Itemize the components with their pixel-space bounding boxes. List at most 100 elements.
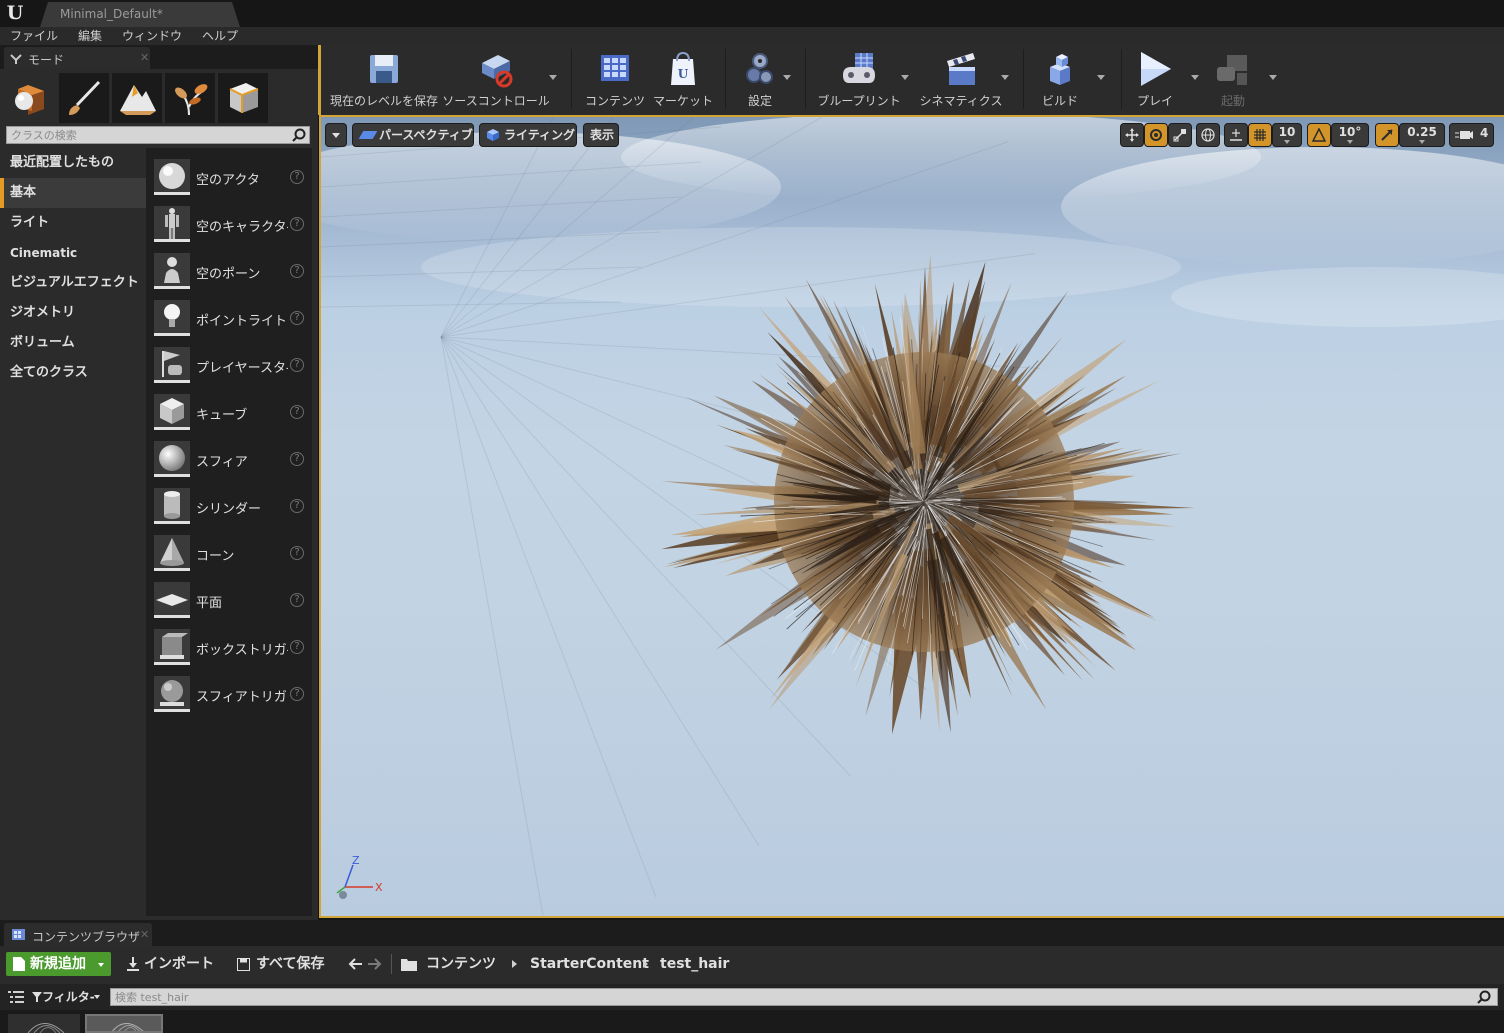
help-icon[interactable]: ? xyxy=(290,358,304,372)
category-cinematic[interactable]: Cinematic xyxy=(0,238,146,268)
close-icon[interactable]: ✕ xyxy=(140,928,149,941)
cinematics-dropdown-icon[interactable] xyxy=(1001,75,1009,80)
sources-panel-icon[interactable] xyxy=(8,990,24,1004)
modes-tab[interactable]: モード ✕ xyxy=(4,47,150,69)
menu-help[interactable]: ヘルプ xyxy=(192,27,248,45)
source-control-button[interactable]: ソースコントロール xyxy=(441,49,551,111)
launch-button[interactable]: 起動 xyxy=(1205,49,1261,111)
asset-tile[interactable] xyxy=(85,1014,163,1033)
help-icon[interactable]: ? xyxy=(290,546,304,560)
play-dropdown-icon[interactable] xyxy=(1191,75,1199,80)
menu-edit[interactable]: 編集 xyxy=(68,27,112,45)
hair-mesh[interactable] xyxy=(660,253,1195,735)
rotate-mode-button[interactable] xyxy=(1144,123,1168,147)
class-search-input[interactable] xyxy=(11,127,281,143)
menu-file[interactable]: ファイル xyxy=(0,27,68,45)
breadcrumb-content[interactable]: コンテンツ xyxy=(426,952,496,976)
actor-item-cube[interactable]: キューブ ? xyxy=(146,391,312,438)
actor-item-box-trigger[interactable]: ボックストリガ- ? xyxy=(146,626,312,673)
help-icon[interactable]: ? xyxy=(290,217,304,231)
help-icon[interactable]: ? xyxy=(290,499,304,513)
geometry-mode-button[interactable] xyxy=(218,73,268,123)
category-visual-effects[interactable]: ビジュアルエフェクト xyxy=(0,268,146,298)
launch-dropdown-icon[interactable] xyxy=(1269,75,1277,80)
blueprints-button[interactable]: ブループリント xyxy=(815,49,903,111)
category-all-classes[interactable]: 全てのクラス xyxy=(0,358,146,388)
actor-item-empty-pawn[interactable]: 空のポーン ? xyxy=(146,250,312,297)
help-icon[interactable]: ? xyxy=(290,640,304,654)
landscape-mode-button[interactable] xyxy=(112,73,162,123)
category-lights[interactable]: ライト xyxy=(0,208,146,238)
breadcrumb-chevron-icon[interactable] xyxy=(512,960,517,968)
help-icon[interactable]: ? xyxy=(290,311,304,325)
actor-item-player-start[interactable]: プレイヤースタ- ? xyxy=(146,344,312,391)
asset-tile[interactable] xyxy=(8,1014,80,1033)
perspective-button[interactable]: パースペクティブ xyxy=(352,123,474,147)
breadcrumb-chevron-icon[interactable] xyxy=(643,960,648,968)
play-button[interactable]: プレイ xyxy=(1129,49,1181,111)
search-icon[interactable] xyxy=(1477,990,1491,1004)
save-level-button[interactable]: 現在のレベルを保存 xyxy=(329,49,439,111)
category-recent[interactable]: 最近配置したもの xyxy=(0,148,146,178)
level-viewport[interactable]: X Z パースペクティブ ライティング 表示 10 10° 0.25 4 xyxy=(319,115,1504,918)
asset-search-input[interactable] xyxy=(115,989,1455,1005)
actor-item-empty-actor[interactable]: 空のアクタ ? xyxy=(146,156,312,203)
class-search-box[interactable] xyxy=(6,126,310,144)
menu-window[interactable]: ウィンドウ xyxy=(112,27,192,45)
unreal-logo-icon[interactable]: U xyxy=(4,2,26,24)
place-mode-button[interactable] xyxy=(6,73,56,123)
actor-item-empty-character[interactable]: 空のキャラクタ- ? xyxy=(146,203,312,250)
build-button[interactable]: ビルド xyxy=(1033,49,1087,111)
marketplace-button[interactable]: U マーケット xyxy=(651,49,715,111)
rotation-snap-toggle[interactable] xyxy=(1307,123,1331,147)
foliage-mode-button[interactable] xyxy=(165,73,215,123)
viewport-options-button[interactable] xyxy=(325,123,347,147)
help-icon[interactable]: ? xyxy=(290,687,304,701)
cinematics-button[interactable]: シネマティクス xyxy=(915,49,1007,111)
folder-icon[interactable] xyxy=(401,958,417,971)
settings-dropdown-icon[interactable] xyxy=(783,75,791,80)
actor-item-cone[interactable]: コーン ? xyxy=(146,532,312,579)
save-all-button[interactable]: すべて保存 xyxy=(237,952,329,976)
camera-speed-button[interactable]: 4 xyxy=(1449,123,1494,147)
help-icon[interactable]: ? xyxy=(290,170,304,184)
category-geometry[interactable]: ジオメトリ xyxy=(0,298,146,328)
lighting-button[interactable]: ライティング xyxy=(479,123,577,147)
actor-item-cylinder[interactable]: シリンダー ? xyxy=(146,485,312,532)
actor-item-plane[interactable]: 平面 ? xyxy=(146,579,312,626)
source-control-dropdown-icon[interactable] xyxy=(549,75,557,80)
actor-item-sphere-trigger[interactable]: スフィアトリガー ? xyxy=(146,673,312,720)
translate-mode-button[interactable] xyxy=(1120,123,1144,147)
asset-search-box[interactable] xyxy=(110,988,1498,1006)
paint-mode-button[interactable] xyxy=(59,73,109,123)
settings-button[interactable]: 設定 xyxy=(733,49,787,111)
surface-snap-button[interactable] xyxy=(1224,123,1248,147)
back-button[interactable] xyxy=(348,952,364,976)
help-icon[interactable]: ? xyxy=(290,264,304,278)
scale-snap-value[interactable]: 0.25 xyxy=(1399,123,1445,147)
help-icon[interactable]: ? xyxy=(290,405,304,419)
world-local-button[interactable] xyxy=(1196,123,1220,147)
viewport-scene[interactable]: X Z xyxy=(321,117,1504,918)
actor-item-point-light[interactable]: ポイントライト ? xyxy=(146,297,312,344)
help-icon[interactable]: ? xyxy=(290,593,304,607)
content-browser-tab[interactable]: コンテンツブラウザ ✕ xyxy=(4,923,152,946)
category-volumes[interactable]: ボリューム xyxy=(0,328,146,358)
blueprints-dropdown-icon[interactable] xyxy=(901,75,909,80)
forward-button[interactable] xyxy=(368,952,384,976)
add-new-button[interactable]: 新規追加 xyxy=(6,952,111,976)
build-dropdown-icon[interactable] xyxy=(1097,75,1105,80)
import-button[interactable]: インポート xyxy=(126,952,218,976)
scale-mode-button[interactable] xyxy=(1168,123,1192,147)
search-icon[interactable] xyxy=(292,128,306,142)
level-tab[interactable]: Minimal_Default* xyxy=(40,2,240,27)
show-button[interactable]: 表示 xyxy=(583,123,619,147)
scale-snap-toggle[interactable] xyxy=(1375,123,1399,147)
breadcrumb-test-hair[interactable]: test_hair xyxy=(660,952,729,976)
breadcrumb-starter-content[interactable]: StarterContent xyxy=(530,952,649,976)
grid-snap-value[interactable]: 10 xyxy=(1272,123,1302,147)
grid-snap-toggle[interactable] xyxy=(1248,123,1272,147)
close-icon[interactable]: ✕ xyxy=(140,51,149,64)
content-button[interactable]: コンテンツ xyxy=(583,49,647,111)
help-icon[interactable]: ? xyxy=(290,452,304,466)
